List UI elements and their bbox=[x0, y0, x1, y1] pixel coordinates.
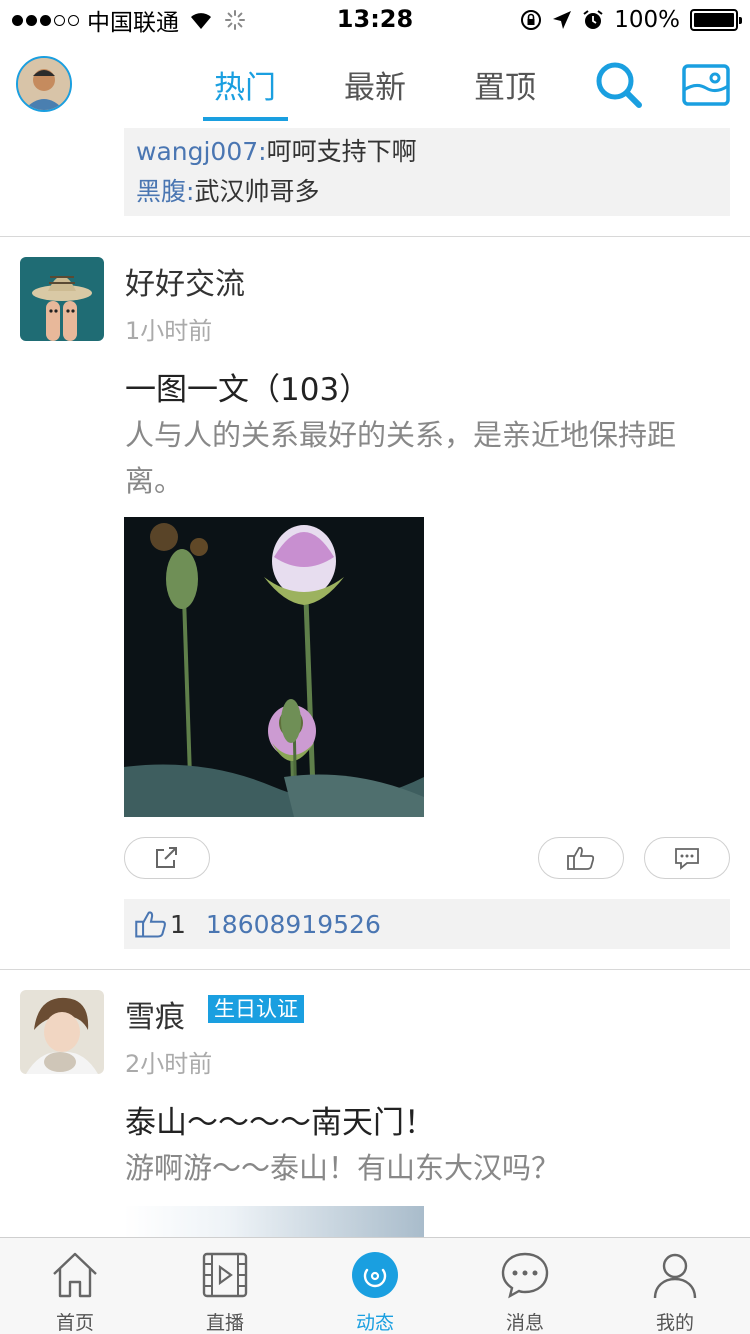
likes-count: 1 bbox=[170, 909, 186, 939]
battery-percent: 100% bbox=[614, 7, 680, 33]
post-time: 1小时前 bbox=[125, 317, 213, 345]
post-image[interactable] bbox=[124, 1206, 424, 1237]
thumbs-up-icon bbox=[135, 911, 166, 938]
video-icon bbox=[202, 1252, 248, 1298]
post-author-name[interactable]: 雪痕 bbox=[125, 992, 185, 1036]
user-avatar[interactable] bbox=[16, 56, 72, 112]
tabbar-item-profile[interactable]: 我的 bbox=[600, 1238, 750, 1334]
tabbar-label: 我的 bbox=[655, 1312, 694, 1334]
liked-by-user[interactable]: 18608919526 bbox=[206, 910, 381, 939]
status-right: 100% bbox=[520, 6, 742, 34]
search-icon[interactable] bbox=[594, 60, 644, 110]
moments-icon bbox=[352, 1252, 398, 1298]
post-author-name[interactable]: 好好交流 bbox=[125, 259, 245, 303]
share-icon bbox=[156, 847, 177, 868]
battery-icon bbox=[690, 9, 742, 31]
photo-icon[interactable] bbox=[682, 64, 730, 106]
post-body[interactable]: 人与人的关系最好的关系，是亲近地保持距离。 bbox=[125, 412, 715, 504]
birthday-verified-badge: 生日认证 bbox=[208, 995, 304, 1023]
comment-preview[interactable]: wangj007:呵呵支持下啊 黑腹:武汉帅哥多 bbox=[124, 128, 730, 216]
orientation-lock-icon bbox=[521, 10, 542, 30]
top-header: 热门 最新 置顶 bbox=[0, 40, 750, 128]
comment-username[interactable]: 黑腹: bbox=[136, 177, 194, 206]
divider bbox=[0, 236, 750, 237]
tab-hot[interactable]: 热门 bbox=[195, 62, 295, 107]
comment-icon bbox=[675, 848, 699, 870]
tabbar-label: 消息 bbox=[505, 1312, 544, 1334]
tab-latest[interactable]: 最新 bbox=[325, 62, 425, 107]
location-arrow-icon bbox=[553, 11, 572, 29]
tabbar-item-home[interactable]: 首页 bbox=[0, 1238, 150, 1334]
tabbar-item-live[interactable]: 直播 bbox=[150, 1238, 300, 1334]
comment-item: 黑腹:武汉帅哥多 bbox=[136, 172, 718, 212]
tabbar-label: 动态 bbox=[355, 1312, 394, 1334]
comment-item: wangj007:呵呵支持下啊 bbox=[136, 132, 718, 172]
post-avatar[interactable] bbox=[20, 990, 104, 1074]
post-image[interactable] bbox=[124, 517, 424, 817]
post-body[interactable]: 游啊游～～泰山！有山东大汉吗？ bbox=[125, 1145, 715, 1191]
comment-username[interactable]: wangj007: bbox=[136, 137, 267, 166]
tabbar-label: 直播 bbox=[205, 1312, 244, 1334]
home-icon bbox=[53, 1252, 97, 1298]
post-title[interactable]: 泰山～～～～南天门！ bbox=[125, 1097, 435, 1142]
active-tab-indicator bbox=[203, 117, 288, 121]
post-title[interactable]: 一图一文（103） bbox=[125, 364, 370, 409]
divider bbox=[0, 969, 750, 970]
profile-icon bbox=[653, 1253, 697, 1299]
share-button[interactable] bbox=[124, 837, 210, 879]
tabbar-label: 首页 bbox=[55, 1312, 94, 1334]
status-bar: 中国联通 13:28 100% bbox=[0, 0, 750, 40]
comment-button[interactable] bbox=[644, 837, 730, 879]
tabbar-item-messages[interactable]: 消息 bbox=[450, 1238, 600, 1334]
comment-text: 武汉帅哥多 bbox=[194, 177, 320, 206]
likes-summary: 1 18608919526 bbox=[124, 899, 730, 949]
tabbar-item-moments[interactable]: 动态 bbox=[300, 1238, 450, 1334]
post-avatar[interactable] bbox=[20, 257, 104, 341]
message-icon bbox=[501, 1252, 549, 1299]
post-time: 2小时前 bbox=[125, 1050, 213, 1078]
alarm-clock-icon bbox=[583, 10, 603, 29]
bottom-tab-bar: 首页 直播 动态 消息 我的 bbox=[0, 1237, 750, 1334]
tab-pinned[interactable]: 置顶 bbox=[455, 62, 555, 107]
like-button[interactable] bbox=[538, 837, 624, 879]
thumbs-up-icon bbox=[567, 846, 595, 870]
comment-text: 呵呵支持下啊 bbox=[266, 137, 417, 166]
